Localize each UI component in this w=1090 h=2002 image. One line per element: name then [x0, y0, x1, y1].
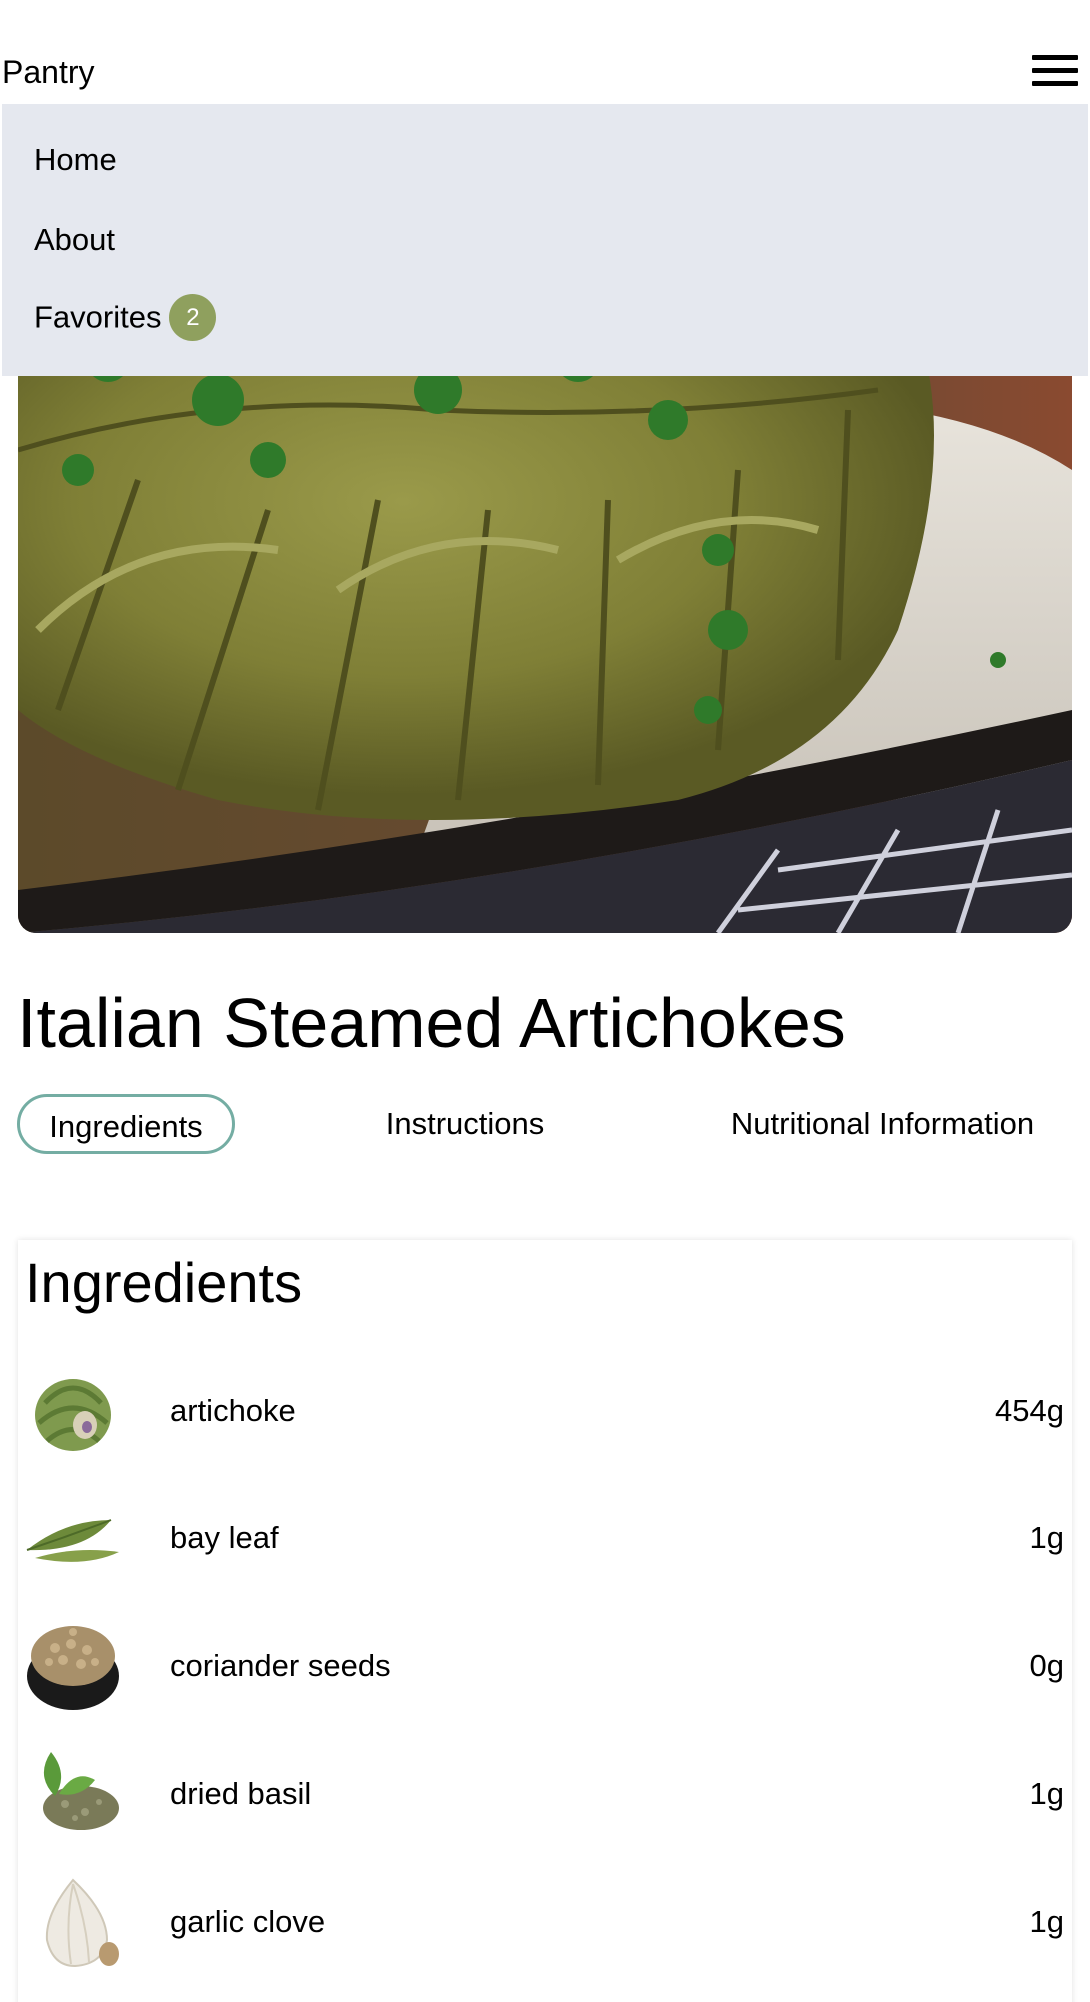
dried-basil-image: [43, 1752, 119, 1830]
nav-item-favorites[interactable]: Favorites 2: [34, 294, 217, 343]
ingredient-name: dried basil: [170, 1776, 312, 1811]
ingredient-amount: 1g: [1029, 1520, 1064, 1555]
nav-item-label: Favorites: [34, 299, 162, 335]
garlic-clove-image: [45, 1878, 119, 1968]
coriander-seeds-image: [27, 1626, 119, 1710]
tab-ingredients[interactable]: Ingredients: [17, 1094, 235, 1154]
recipe-hero-image: [18, 330, 1072, 933]
ingredients-panel: Ingredients artichoke 454g bay leaf 1g c…: [18, 1240, 1072, 2002]
ingredient-name: artichoke: [170, 1393, 296, 1428]
tab-label: Ingredients: [49, 1109, 203, 1144]
ingredient-row: garlic clove 1g: [18, 1864, 1072, 1974]
ingredient-amount: 1g: [1029, 1904, 1064, 1939]
ingredient-name: bay leaf: [170, 1520, 279, 1555]
ingredient-amount: 454g: [995, 1393, 1064, 1428]
ingredients-heading: Ingredients: [25, 1251, 303, 1314]
recipe-page: Pantry Home About Favorites 2 Italian St…: [0, 0, 1090, 2002]
favorites-count-badge: 2: [169, 294, 217, 341]
ingredient-name: coriander seeds: [170, 1648, 391, 1683]
nav-item-label: About: [34, 222, 116, 257]
recipe-title: Italian Steamed Artichokes: [17, 984, 846, 1062]
bay-leaf-image: [26, 1519, 119, 1562]
ingredient-name: garlic clove: [170, 1904, 326, 1939]
hamburger-menu-icon[interactable]: [1030, 52, 1080, 88]
ingredient-row: bay leaf 1g: [18, 1480, 1072, 1590]
ingredient-amount: 1g: [1029, 1776, 1064, 1811]
artichoke-image: [35, 1379, 111, 1451]
dropdown-nav-menu: Home About Favorites 2: [2, 104, 1088, 376]
tab-label: Nutritional Information: [730, 1106, 1035, 1141]
nav-item-label: Home: [34, 142, 117, 177]
ingredient-amount: 0g: [1029, 1648, 1064, 1683]
brand-logo-text[interactable]: Pantry: [2, 52, 94, 92]
nav-item-about[interactable]: About: [34, 220, 115, 260]
nav-item-home[interactable]: Home: [34, 140, 117, 180]
tab-label: Instructions: [385, 1106, 545, 1141]
ingredient-row: artichoke 454g: [18, 1353, 1072, 1463]
ingredient-row: dried basil 1g: [18, 1736, 1072, 1846]
tab-nutritional-information[interactable]: Nutritional Information: [705, 1094, 1060, 1154]
ingredient-row: coriander seeds 0g: [18, 1608, 1072, 1718]
top-bar: Pantry: [0, 0, 1090, 104]
tab-instructions[interactable]: Instructions: [355, 1094, 575, 1154]
